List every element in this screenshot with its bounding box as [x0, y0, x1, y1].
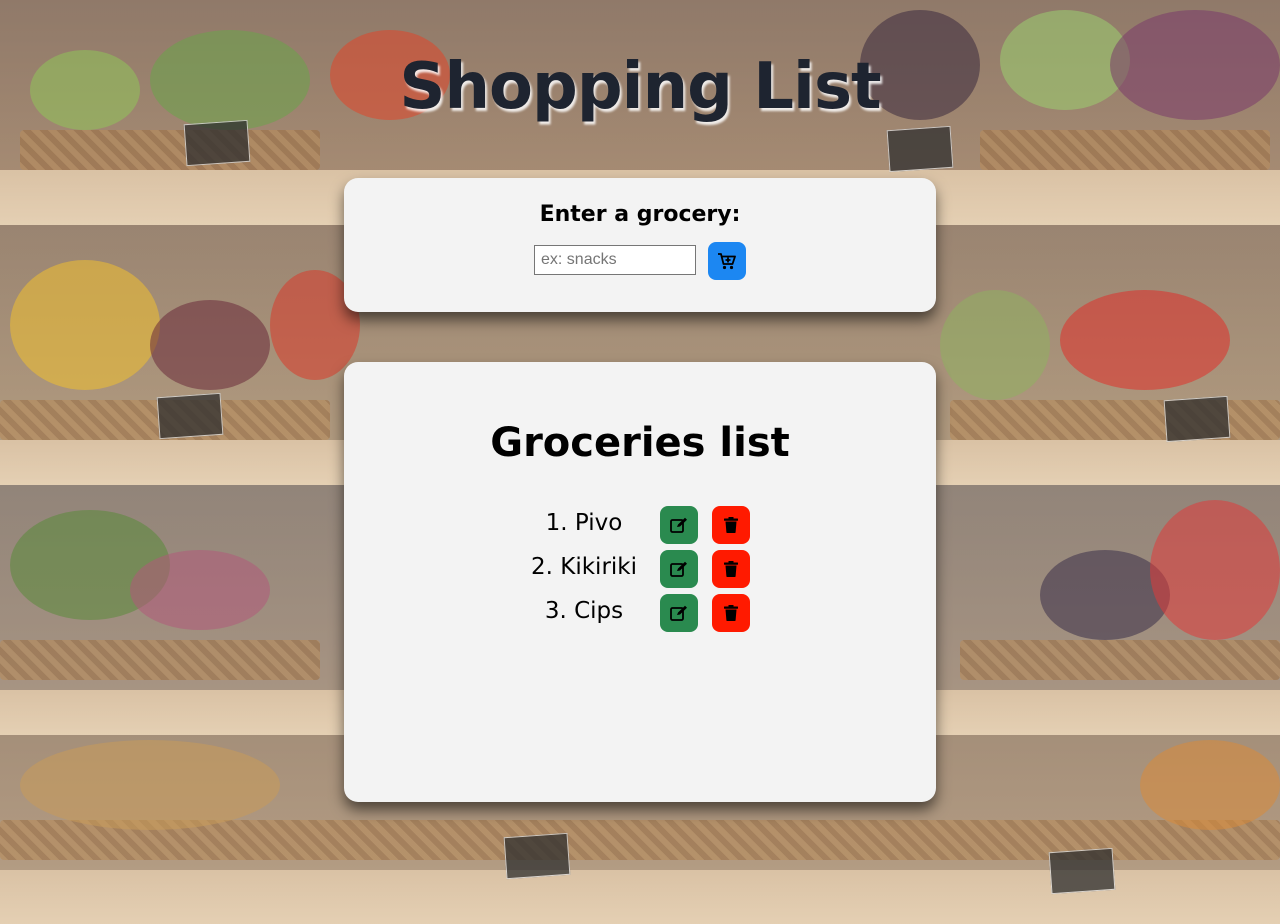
- radicchio-decoration: [130, 550, 270, 630]
- edit-icon: [670, 517, 688, 534]
- add-grocery-button[interactable]: [708, 242, 746, 280]
- potato-decoration: [20, 740, 280, 830]
- zucchini-decoration: [940, 290, 1050, 400]
- list-item: 1. Pivo: [344, 506, 936, 544]
- basket-decoration: [20, 130, 320, 170]
- basket-decoration: [0, 640, 320, 680]
- list-item: 2. Kikiriki: [344, 550, 936, 588]
- groceries-list-card: Groceries list 1. Pivo 2. Kikiriki 3. Ci…: [344, 362, 936, 802]
- grocery-input[interactable]: [534, 245, 696, 275]
- page-title: Shopping List: [399, 50, 881, 124]
- trash-icon: [724, 605, 738, 621]
- yellow-tomato-decoration: [10, 260, 160, 390]
- tomato-decoration: [1060, 290, 1230, 390]
- cart-plus-icon: [718, 252, 736, 270]
- delete-item-button[interactable]: [712, 550, 750, 588]
- edit-item-button[interactable]: [660, 550, 698, 588]
- list-item: 3. Cips: [344, 594, 936, 632]
- edit-icon: [670, 605, 688, 622]
- radicchio-decoration: [150, 300, 270, 390]
- pumpkin-decoration: [1140, 740, 1280, 830]
- list-item-label: 3. Cips: [544, 598, 624, 624]
- edit-icon: [670, 561, 688, 578]
- trash-icon: [724, 561, 738, 577]
- price-sign-decoration: [1163, 395, 1231, 443]
- price-sign-decoration: [183, 119, 251, 167]
- add-grocery-card: Enter a grocery:: [344, 178, 936, 312]
- basket-decoration: [950, 400, 1280, 440]
- edit-item-button[interactable]: [660, 506, 698, 544]
- list-item-label: 1. Pivo: [545, 510, 623, 536]
- delete-item-button[interactable]: [712, 506, 750, 544]
- price-sign-decoration: [886, 125, 954, 173]
- basket-decoration: [980, 130, 1270, 170]
- price-sign-decoration: [503, 832, 571, 880]
- grocery-input-label: Enter a grocery:: [539, 202, 741, 227]
- cherry-tomato-decoration: [1150, 500, 1280, 640]
- edit-item-button[interactable]: [660, 594, 698, 632]
- trash-icon: [724, 517, 738, 533]
- price-sign-decoration: [1048, 847, 1116, 895]
- delete-item-button[interactable]: [712, 594, 750, 632]
- basket-decoration: [960, 640, 1280, 680]
- price-sign-decoration: [156, 392, 224, 440]
- list-item-label: 2. Kikiriki: [531, 554, 637, 580]
- groceries-list-title: Groceries list: [490, 420, 790, 466]
